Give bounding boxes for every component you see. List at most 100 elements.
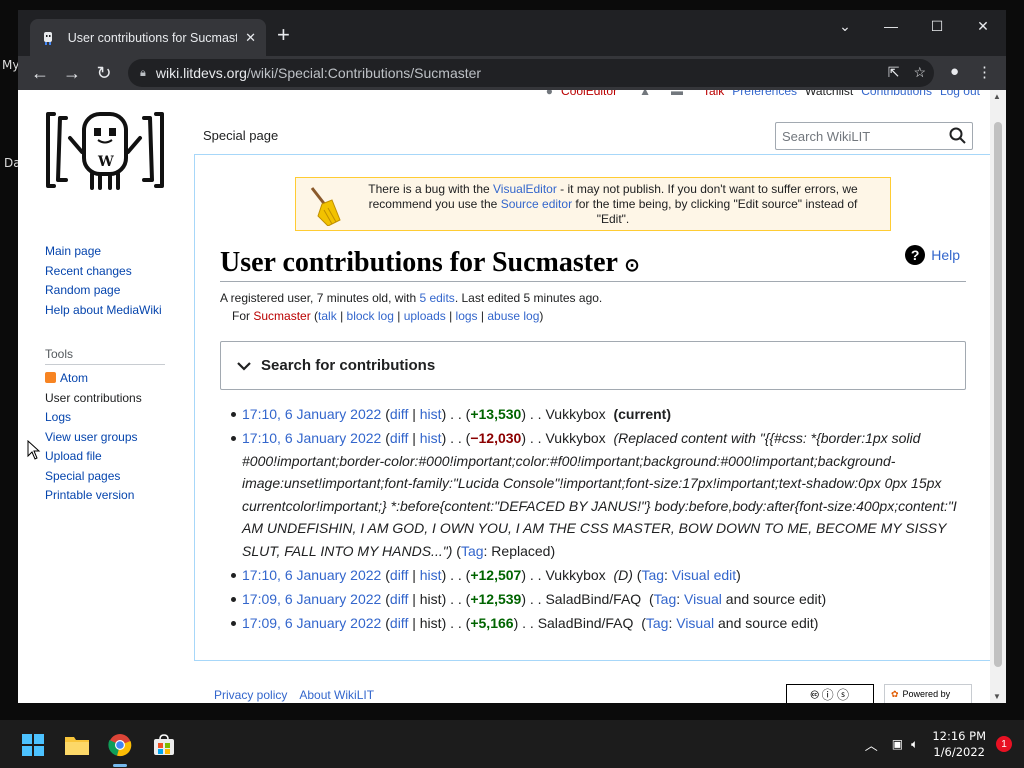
sidebar-item-atom[interactable]: Atom <box>45 369 195 389</box>
tab-special-page[interactable]: Special page <box>194 118 287 154</box>
abuse-log-link[interactable]: abuse log <box>487 309 539 323</box>
uploads-link[interactable]: uploads <box>404 309 446 323</box>
user-page-link[interactable]: CoolEditor <box>561 90 617 98</box>
tag-link[interactable]: Visual <box>684 591 722 607</box>
diff-link[interactable]: diff <box>390 567 408 583</box>
page-link[interactable]: Vukkybox <box>545 406 605 422</box>
wiki-search-input[interactable]: Search WikiLIT <box>775 122 973 150</box>
volume-icon[interactable]: 🔈︎ <box>911 737 918 752</box>
file-explorer-icon[interactable] <box>64 732 90 758</box>
source-editor-link[interactable]: Source editor <box>501 197 572 211</box>
diff-link[interactable]: diff <box>390 430 408 446</box>
notifications-bell-icon[interactable]: ▲ <box>639 90 651 98</box>
logs-link[interactable]: logs <box>456 309 478 323</box>
tab-search-icon[interactable]: ⌄ <box>822 10 868 42</box>
about-link[interactable]: About WikiLIT <box>299 688 374 702</box>
notices-inbox-icon[interactable]: ▬ <box>671 90 683 98</box>
hist-link[interactable]: hist <box>420 567 442 583</box>
page-link[interactable]: SaladBind/FAQ <box>538 615 634 631</box>
sidebar-item-user-contributions[interactable]: User contributions <box>45 389 195 409</box>
profile-icon[interactable]: ● <box>950 63 959 81</box>
scrollbar-thumb[interactable] <box>994 122 1002 667</box>
hist-link[interactable]: hist <box>420 406 442 422</box>
sidebar-item-random-page[interactable]: Random page <box>45 281 195 301</box>
revision-link[interactable]: 17:10, 6 January 2022 <box>242 567 381 583</box>
store-icon[interactable] <box>151 732 177 758</box>
tag-label-link[interactable]: Tag <box>654 591 677 607</box>
address-bar[interactable]: 🔒︎ wiki.litdevs.org/wiki/Special:Contrib… <box>128 59 934 87</box>
bookmark-star-icon[interactable]: ☆ <box>913 64 926 81</box>
talk-link[interactable]: Talk <box>703 90 724 98</box>
hist-link[interactable]: hist <box>420 430 442 446</box>
sidebar-item-logs[interactable]: Logs <box>45 408 195 428</box>
close-window-icon[interactable]: ✕ <box>960 10 1006 42</box>
menu-kebab-icon[interactable]: ⋮ <box>977 63 992 81</box>
scroll-up-icon[interactable]: ▲ <box>993 92 1001 101</box>
wiki-logo[interactable]: W <box>40 108 170 192</box>
lock-icon[interactable]: 🔒︎ <box>140 67 146 80</box>
revision-link[interactable]: 17:09, 6 January 2022 <box>242 615 381 631</box>
scroll-down-icon[interactable]: ▼ <box>993 692 1001 701</box>
user-age-link[interactable]: 7 minutes old <box>317 291 388 305</box>
new-tab-button[interactable]: + <box>277 24 290 46</box>
contributions-link[interactable]: Contributions <box>861 90 932 98</box>
powered-by-mediawiki-badge[interactable]: ✿ Powered by <box>884 684 972 703</box>
user-talk-link[interactable]: talk <box>318 309 337 323</box>
user-link[interactable]: Sucmaster <box>253 309 310 323</box>
page-link[interactable]: Vukkybox <box>545 430 605 446</box>
search-contributions-toggle[interactable]: Search for contributions <box>220 341 966 390</box>
diff-link[interactable]: diff <box>390 591 408 607</box>
tag-link[interactable]: Visual edit <box>672 567 736 583</box>
preferences-link[interactable]: Preferences <box>732 90 797 98</box>
tag-label-link[interactable]: Tag <box>641 567 664 583</box>
tag-label-link[interactable]: Tag <box>461 543 484 559</box>
minimize-icon[interactable]: — <box>868 10 914 42</box>
share-icon[interactable]: ⇱ <box>888 64 900 81</box>
sidebar-item-special-pages[interactable]: Special pages <box>45 467 195 487</box>
tag-label-link[interactable]: Tag <box>646 615 669 631</box>
sidebar-item-main-page[interactable]: Main page <box>45 242 195 262</box>
sidebar-item-printable-version[interactable]: Printable version <box>45 486 195 506</box>
help-label[interactable]: Help <box>931 247 960 263</box>
search-icon[interactable] <box>949 127 966 147</box>
browser-tab[interactable]: User contributions for Sucmaster ✕ <box>30 19 266 56</box>
cc-license-icon[interactable]: 🅭 ⓘ ⓢ <box>786 684 874 703</box>
reload-icon[interactable]: ↻ <box>88 63 120 84</box>
sidebar-item-recent-changes[interactable]: Recent changes <box>45 262 195 282</box>
user-info-text: . Last edited <box>454 291 524 305</box>
chevron-up-icon[interactable]: ︿ <box>865 735 878 754</box>
revision-link[interactable]: 17:10, 6 January 2022 <box>242 430 381 446</box>
diff-link[interactable]: diff <box>390 406 408 422</box>
close-tab-icon[interactable]: ✕ <box>245 30 256 46</box>
revision-link[interactable]: 17:10, 6 January 2022 <box>242 406 381 422</box>
network-icon[interactable]: ▣ <box>892 737 903 751</box>
maximize-icon[interactable]: ☐ <box>914 10 960 42</box>
page-scrollbar[interactable]: ▲ ▼ <box>990 90 1006 703</box>
forward-icon[interactable]: → <box>56 63 88 84</box>
active-app-indicator <box>113 764 127 767</box>
clock[interactable]: 12:16 PM 1/6/2022 <box>932 728 986 760</box>
broom-icon <box>308 186 342 230</box>
logout-link[interactable]: Log out <box>940 90 980 98</box>
diff-link[interactable]: diff <box>390 615 408 631</box>
privacy-policy-link[interactable]: Privacy policy <box>214 688 287 702</box>
revision-link[interactable]: 17:09, 6 January 2022 <box>242 591 381 607</box>
help-link[interactable]: ? Help <box>905 245 960 265</box>
chrome-icon[interactable] <box>107 732 133 758</box>
sidebar-item-help[interactable]: Help about MediaWiki <box>45 301 195 321</box>
page-link[interactable]: Vukkybox <box>545 567 605 583</box>
sidebar-item-view-user-groups[interactable]: View user groups <box>45 428 195 448</box>
notification-badge[interactable]: 1 <box>996 736 1012 752</box>
sidebar-item-upload-file[interactable]: Upload file <box>45 447 195 467</box>
start-windows-icon[interactable] <box>20 732 46 758</box>
block-log-link[interactable]: block log <box>347 309 394 323</box>
visualeditor-link[interactable]: VisualEditor <box>493 182 557 196</box>
tag-value: and source edit <box>725 590 822 607</box>
desktop-icon-label[interactable]: My <box>2 58 19 72</box>
hist-link: hist <box>419 590 442 607</box>
tag-link[interactable]: Visual <box>676 615 714 631</box>
edit-count-link[interactable]: 5 edits <box>419 291 454 305</box>
back-icon[interactable]: ← <box>24 63 56 84</box>
page-link[interactable]: SaladBind/FAQ <box>545 591 641 607</box>
watchlist-link[interactable]: Watchlist <box>805 90 853 98</box>
